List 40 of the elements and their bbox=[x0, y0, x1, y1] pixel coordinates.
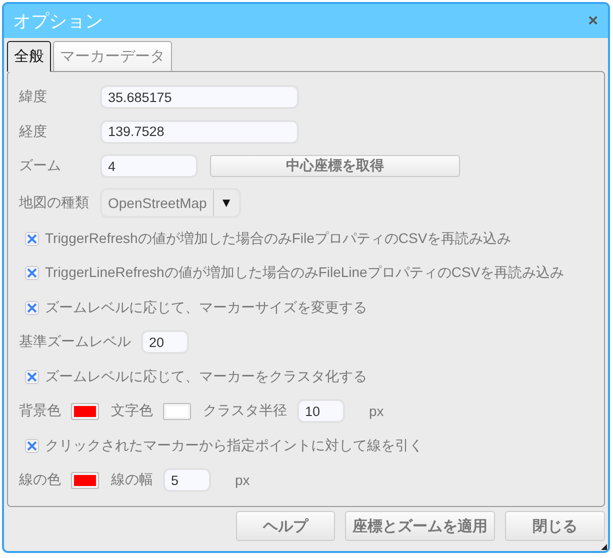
input-field[interactable]: 5 bbox=[163, 468, 211, 492]
field-label: 基準ズームレベル bbox=[19, 333, 131, 352]
dialog-button[interactable]: 座標とズームを適用 bbox=[345, 511, 495, 541]
color-swatch[interactable] bbox=[163, 402, 191, 420]
field-label: 背景色 bbox=[19, 402, 61, 420]
input-field[interactable]: 35.685175 bbox=[100, 85, 299, 110]
field-label: 文字色 bbox=[111, 402, 153, 420]
field-label: 線の幅 bbox=[111, 471, 153, 490]
field-label: クラスタ半径 bbox=[203, 402, 287, 420]
color-swatch[interactable] bbox=[71, 402, 99, 420]
input-field[interactable]: 20 bbox=[141, 330, 189, 354]
resize-grip-icon[interactable] bbox=[601, 544, 607, 550]
field-label: ズーム bbox=[19, 157, 62, 176]
input-field[interactable]: 4 bbox=[100, 154, 198, 178]
checkbox[interactable] bbox=[25, 300, 39, 315]
checkbox-label: ズームレベルに応じて、マーカーサイズを変更する bbox=[45, 298, 367, 317]
field-label: 線の色 bbox=[19, 471, 61, 490]
dialog-button[interactable]: 閉じる bbox=[505, 511, 605, 541]
tab[interactable]: 全般 bbox=[7, 41, 51, 72]
checkbox[interactable] bbox=[25, 438, 39, 453]
map-type-dropdown[interactable]: OpenStreetMap ▼ bbox=[100, 188, 241, 218]
checkbox[interactable] bbox=[25, 266, 39, 280]
close-button[interactable]: × bbox=[588, 11, 598, 31]
field-label: 経度 bbox=[19, 122, 48, 141]
get-center-button[interactable]: 中心座標を取得 bbox=[210, 155, 460, 178]
field-label: 緯度 bbox=[19, 88, 48, 106]
unit-label: px bbox=[369, 403, 384, 420]
color-swatch[interactable] bbox=[71, 472, 99, 489]
checkbox-label: ズームレベルに応じて、マーカーをクラスタ化する bbox=[45, 368, 367, 386]
input-field[interactable]: 10 bbox=[297, 399, 345, 424]
checkbox-label: TriggerRefreshの値が増加した場合のみFileプロパティのCSVを再読み込み bbox=[45, 230, 512, 248]
dialog-button[interactable]: ヘルプ bbox=[236, 511, 335, 541]
input-field[interactable]: 139.7528 bbox=[100, 120, 299, 144]
checkbox-label: TriggerLineRefreshの値が増加した場合のみFileLineプロパティのCSVを再読み込み bbox=[45, 264, 564, 282]
unit-label: px bbox=[235, 472, 250, 488]
window-title: オプション bbox=[13, 10, 103, 33]
checkbox[interactable] bbox=[25, 232, 39, 246]
checkbox[interactable] bbox=[25, 370, 39, 384]
field-label: 地図の種類 bbox=[19, 194, 90, 212]
checkbox-label: クリックされたマーカーから指定ポイントに対して線を引く bbox=[45, 436, 423, 455]
